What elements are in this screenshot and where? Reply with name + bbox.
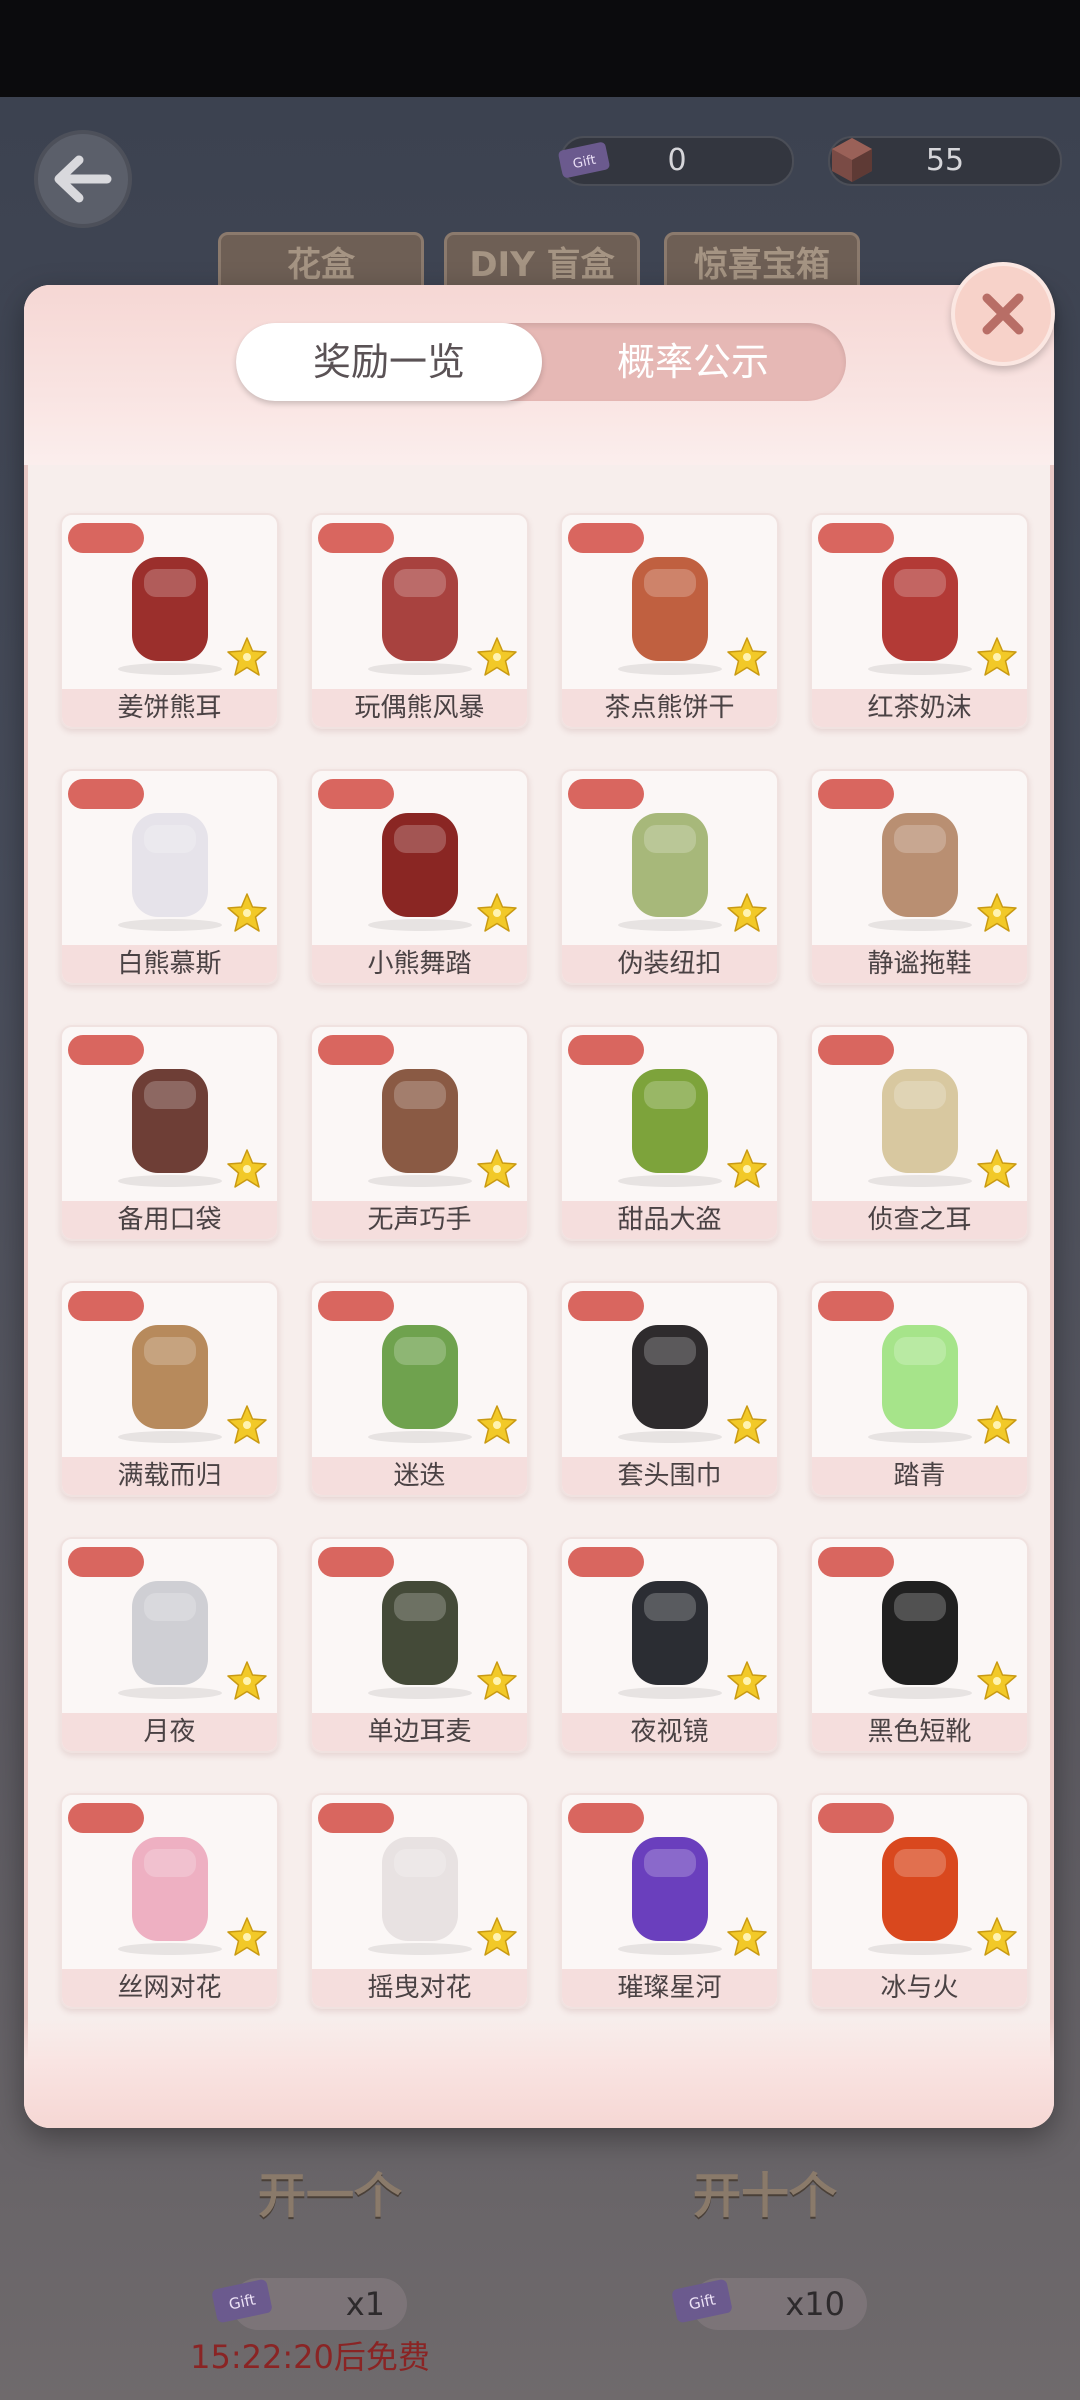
item-name: 伪装纽扣 — [562, 945, 777, 983]
ticket-count: 0 — [667, 143, 687, 178]
reward-item-card[interactable]: 玩偶熊风暴 — [310, 513, 529, 729]
item-name: 备用口袋 — [62, 1201, 277, 1239]
star-rarity-icon — [977, 637, 1017, 676]
currency-gem: 55 — [828, 136, 1062, 186]
star-rarity-icon — [227, 637, 267, 676]
reward-item-card[interactable]: 侦查之耳 — [810, 1025, 1029, 1241]
item-name: 踏青 — [812, 1457, 1027, 1495]
reward-item-card[interactable]: 迷迭 — [310, 1281, 529, 1497]
reward-item-card[interactable]: 备用口袋 — [60, 1025, 279, 1241]
star-rarity-icon — [477, 1661, 517, 1700]
star-rarity-icon — [227, 1661, 267, 1700]
reward-item-card[interactable]: 甜品大盗 — [560, 1025, 779, 1241]
star-rarity-icon — [977, 1405, 1017, 1444]
reward-item-card[interactable]: 茶点熊饼干 — [560, 513, 779, 729]
close-button[interactable] — [951, 262, 1055, 366]
reward-item-card[interactable]: 白熊慕斯 — [60, 769, 279, 985]
star-rarity-icon — [727, 1917, 767, 1956]
star-rarity-icon — [727, 1149, 767, 1188]
gift-ticket-icon: Gift — [212, 2279, 272, 2323]
reward-modal: 奖励一览 概率公示 姜饼熊耳 玩偶熊风暴 茶点熊饼干 红茶奶沫白熊慕斯 小熊舞踏 伪装纽扣… — [24, 285, 1054, 2128]
item-name: 黑色短靴 — [812, 1713, 1027, 1751]
modal-tabs: 奖励一览 概率公示 — [236, 323, 846, 401]
star-rarity-icon — [477, 1149, 517, 1188]
gem-count: 55 — [925, 143, 965, 178]
item-name: 无声巧手 — [312, 1201, 527, 1239]
reward-item-card[interactable]: 丝网对花 — [60, 1793, 279, 2009]
item-name: 姜饼熊耳 — [62, 689, 277, 727]
free-timer: 15:22:20后免费 — [190, 2338, 430, 2376]
reward-item-card[interactable]: 伪装纽扣 — [560, 769, 779, 985]
reward-item-card[interactable]: 踏青 — [810, 1281, 1029, 1497]
cost-one: Gift x1 — [212, 2278, 407, 2330]
modal-footer-bg — [24, 2018, 1054, 2128]
star-rarity-icon — [477, 1917, 517, 1956]
tab-rewards[interactable]: 奖励一览 — [236, 323, 542, 401]
gift-ticket-icon: Gift — [672, 2279, 732, 2323]
open-ten-button[interactable]: 开十个 — [660, 2150, 870, 2242]
star-rarity-icon — [227, 1917, 267, 1956]
item-name: 丝网对花 — [62, 1969, 277, 2007]
back-button[interactable] — [34, 130, 132, 228]
star-rarity-icon — [727, 637, 767, 676]
star-rarity-icon — [477, 893, 517, 932]
cost-one-label: x1 — [345, 2285, 385, 2323]
star-rarity-icon — [477, 637, 517, 676]
item-name: 摇曳对花 — [312, 1969, 527, 2007]
close-icon — [982, 293, 1024, 335]
item-name: 甜品大盗 — [562, 1201, 777, 1239]
back-arrow-icon — [54, 155, 112, 203]
star-rarity-icon — [727, 1661, 767, 1700]
star-rarity-icon — [227, 1405, 267, 1444]
star-rarity-icon — [727, 893, 767, 932]
star-rarity-icon — [977, 1149, 1017, 1188]
currency-ticket: Gift 0 — [558, 136, 794, 186]
item-name: 月夜 — [62, 1713, 277, 1751]
reward-item-card[interactable]: 摇曳对花 — [310, 1793, 529, 2009]
reward-item-card[interactable]: 月夜 — [60, 1537, 279, 1753]
item-name: 夜视镜 — [562, 1713, 777, 1751]
item-name: 璀璨星河 — [562, 1969, 777, 2007]
reward-item-card[interactable]: 夜视镜 — [560, 1537, 779, 1753]
tab-probability[interactable]: 概率公示 — [540, 323, 846, 401]
star-rarity-icon — [727, 1405, 767, 1444]
item-name: 白熊慕斯 — [62, 945, 277, 983]
item-name: 玩偶熊风暴 — [312, 689, 527, 727]
reward-item-card[interactable]: 红茶奶沫 — [810, 513, 1029, 729]
item-name: 红茶奶沫 — [812, 689, 1027, 727]
item-name: 静谧拖鞋 — [812, 945, 1027, 983]
star-rarity-icon — [477, 1405, 517, 1444]
star-rarity-icon — [227, 893, 267, 932]
star-rarity-icon — [227, 1149, 267, 1188]
star-rarity-icon — [977, 1661, 1017, 1700]
item-name: 满载而归 — [62, 1457, 277, 1495]
item-name: 茶点熊饼干 — [562, 689, 777, 727]
reward-item-card[interactable]: 静谧拖鞋 — [810, 769, 1029, 985]
item-name: 单边耳麦 — [312, 1713, 527, 1751]
reward-item-card[interactable]: 姜饼熊耳 — [60, 513, 279, 729]
reward-grid: 姜饼熊耳 玩偶熊风暴 茶点熊饼干 红茶奶沫白熊慕斯 小熊舞踏 伪装纽扣 静谧拖鞋备用口袋 无声… — [60, 513, 1040, 2013]
reward-item-card[interactable]: 单边耳麦 — [310, 1537, 529, 1753]
cost-ten: Gift x10 — [672, 2278, 867, 2330]
reward-item-card[interactable]: 套头围巾 — [560, 1281, 779, 1497]
item-name: 套头围巾 — [562, 1457, 777, 1495]
reward-item-card[interactable]: 小熊舞踏 — [310, 769, 529, 985]
item-name: 冰与火 — [812, 1969, 1027, 2007]
reward-item-card[interactable]: 无声巧手 — [310, 1025, 529, 1241]
reward-item-card[interactable]: 冰与火 — [810, 1793, 1029, 2009]
item-name: 侦查之耳 — [812, 1201, 1027, 1239]
item-name: 迷迭 — [312, 1457, 527, 1495]
reward-item-card[interactable]: 黑色短靴 — [810, 1537, 1029, 1753]
reward-item-card[interactable]: 满载而归 — [60, 1281, 279, 1497]
cost-ten-label: x10 — [785, 2285, 845, 2323]
item-name: 小熊舞踏 — [312, 945, 527, 983]
open-one-button[interactable]: 开一个 — [225, 2150, 435, 2242]
star-rarity-icon — [977, 893, 1017, 932]
star-rarity-icon — [977, 1917, 1017, 1956]
reward-item-card[interactable]: 璀璨星河 — [560, 1793, 779, 2009]
